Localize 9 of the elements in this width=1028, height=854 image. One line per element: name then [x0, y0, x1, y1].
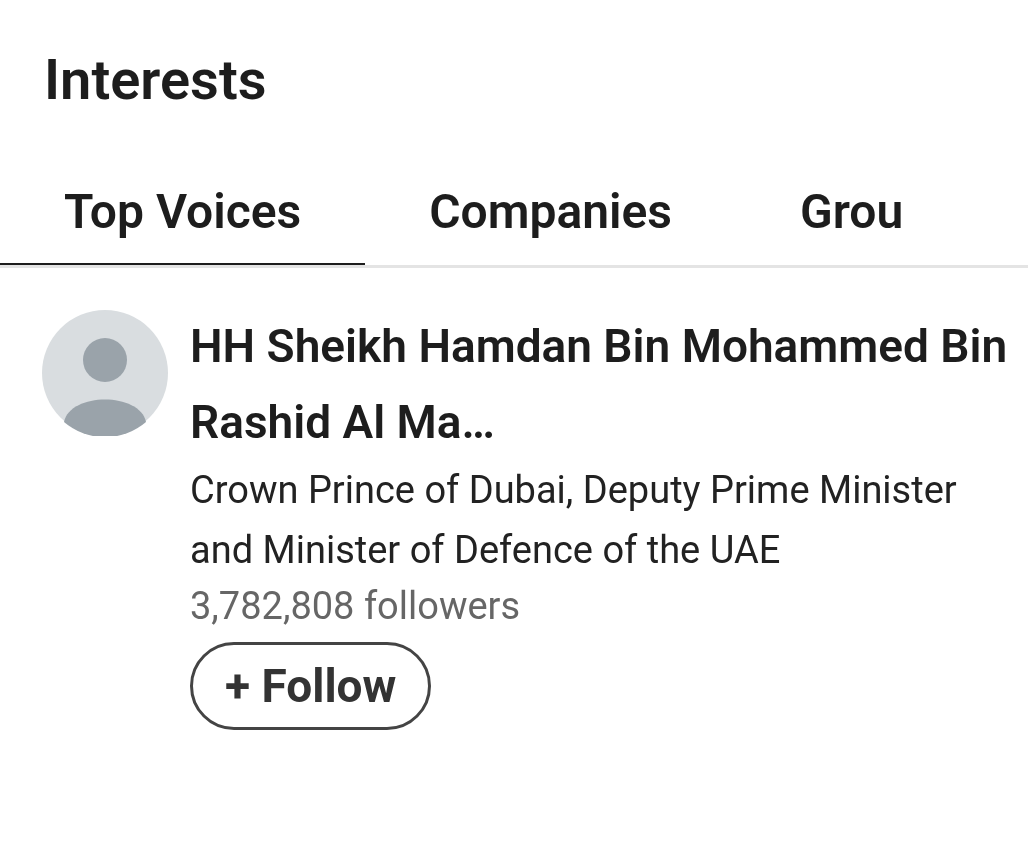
tab[interactable]: Top Voices: [0, 176, 366, 265]
person-headline: Crown Prince of Dubai, Deputy Prime Minister and Minister of Defence of the UAE: [190, 467, 958, 574]
avatar-icon: [42, 310, 168, 436]
tab[interactable]: Grou: [736, 176, 968, 265]
page-title: Interests: [44, 46, 267, 115]
follower-count: 3,782,808 followers: [190, 583, 521, 630]
tab[interactable]: Companies: [365, 176, 737, 265]
person-name[interactable]: HH Sheikh Hamdan Bin Mohammed Bin Rashid Al Ma…: [190, 308, 1010, 460]
follow-button[interactable]: + Follow: [190, 642, 432, 730]
